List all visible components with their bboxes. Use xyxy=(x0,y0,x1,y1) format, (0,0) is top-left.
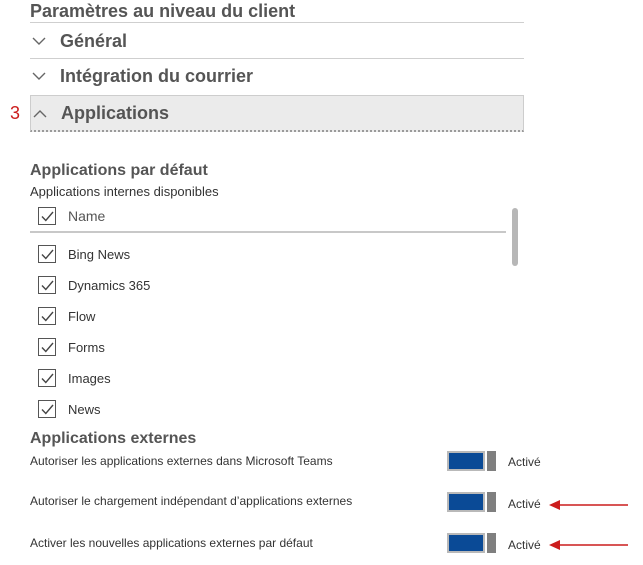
arrow-left-icon xyxy=(549,500,628,510)
chevron-down-icon xyxy=(30,68,48,86)
checkmark-icon xyxy=(40,311,54,322)
toggle-knob xyxy=(487,533,496,553)
app-checkbox-bing-news[interactable] xyxy=(38,245,56,263)
select-all-checkbox[interactable] xyxy=(38,207,56,225)
app-label: Dynamics 365 xyxy=(68,278,151,293)
arrow-left-icon xyxy=(549,540,628,550)
app-label: Flow xyxy=(68,309,96,324)
step-marker: 3 xyxy=(10,103,21,123)
app-checkbox-dynamics-365[interactable] xyxy=(38,276,56,294)
checkmark-icon xyxy=(40,249,54,260)
app-checkbox-news[interactable] xyxy=(38,400,56,418)
divider xyxy=(30,22,524,23)
section-mail-integration[interactable]: Intégration du courrier xyxy=(30,60,524,93)
name-column-header[interactable]: Name xyxy=(68,208,105,224)
checkmark-icon xyxy=(40,342,54,353)
app-label: Bing News xyxy=(68,247,131,262)
external-apps-heading: Applications externes xyxy=(30,430,197,447)
app-checkbox-flow[interactable] xyxy=(38,307,56,325)
setting-label: Autoriser les applications externes dans… xyxy=(30,454,333,468)
setting-label: Autoriser le chargement indépendant d’ap… xyxy=(30,494,353,508)
checkmark-icon xyxy=(40,373,54,384)
checkmark-icon xyxy=(40,280,54,291)
toggle-enable-new-external-apps[interactable] xyxy=(447,533,497,553)
section-applications[interactable]: Applications xyxy=(30,95,524,132)
toggle-sideloading[interactable] xyxy=(447,492,497,512)
section-label: Général xyxy=(60,31,128,51)
app-label: News xyxy=(68,402,101,417)
toggle-knob xyxy=(487,492,496,512)
default-apps-subheading: Applications internes disponibles xyxy=(30,184,219,199)
list-scrollbar[interactable] xyxy=(512,208,518,266)
app-label: Images xyxy=(68,371,111,386)
toggle-track xyxy=(447,451,485,471)
toggle-knob xyxy=(487,451,496,471)
app-checkbox-images[interactable] xyxy=(38,369,56,387)
app-label: Forms xyxy=(68,340,105,355)
app-checkbox-forms[interactable] xyxy=(38,338,56,356)
checkmark-icon xyxy=(40,404,54,415)
toggle-state-label: Activé xyxy=(508,497,541,511)
toggle-state-label: Activé xyxy=(508,455,541,469)
divider xyxy=(30,58,524,59)
page-title: Paramètres au niveau du client xyxy=(30,1,296,21)
toggle-track xyxy=(447,492,485,512)
section-label: Applications xyxy=(61,102,170,123)
chevron-up-icon xyxy=(31,104,49,122)
toggle-allow-external-apps[interactable] xyxy=(447,451,497,471)
chevron-down-icon xyxy=(30,33,48,51)
toggle-track xyxy=(447,533,485,553)
section-general[interactable]: Général xyxy=(30,25,524,58)
section-label: Intégration du courrier xyxy=(60,66,254,86)
default-apps-heading: Applications par défaut xyxy=(30,162,208,179)
setting-label: Activer les nouvelles applications exter… xyxy=(30,536,313,550)
header-divider xyxy=(30,231,506,233)
checkmark-icon xyxy=(40,211,54,222)
toggle-state-label: Activé xyxy=(508,538,541,552)
